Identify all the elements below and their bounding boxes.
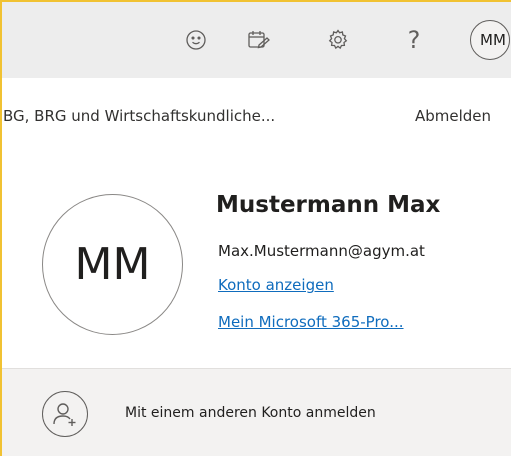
- view-account-link[interactable]: Konto anzeigen: [218, 276, 334, 294]
- smiley-icon[interactable]: [180, 24, 212, 56]
- sign-in-other-account-button[interactable]: Mit einem anderen Konto anmelden: [2, 368, 511, 456]
- org-row: BG, BRG und Wirtschaftskundliche... Abme…: [2, 78, 511, 158]
- account-manager-panel: ? MM BG, BRG und Wirtschaftskundliche...…: [0, 0, 511, 456]
- sign-in-other-account-label: Mit einem anderen Konto anmelden: [125, 405, 376, 421]
- toolbar-avatar[interactable]: MM: [470, 20, 510, 60]
- organization-name: BG, BRG und Wirtschaftskundliche...: [3, 107, 276, 125]
- add-person-icon: [42, 391, 88, 437]
- help-icon[interactable]: ?: [398, 24, 430, 56]
- user-email: Max.Mustermann@agym.at: [218, 242, 425, 260]
- profile-avatar: MM: [42, 194, 183, 335]
- microsoft-365-profile-link[interactable]: Mein Microsoft 365-Pro...: [218, 313, 404, 331]
- signout-link[interactable]: Abmelden: [415, 107, 491, 125]
- calendar-check-icon[interactable]: [242, 24, 274, 56]
- toolbar-avatar-initials: MM: [480, 31, 506, 49]
- help-glyph: ?: [407, 26, 421, 54]
- gear-icon[interactable]: [322, 24, 354, 56]
- profile-avatar-initials: MM: [74, 239, 151, 290]
- profile-section: MM Mustermann Max Max.Mustermann@agym.at…: [2, 158, 511, 368]
- user-name: Mustermann Max: [216, 192, 441, 218]
- top-toolbar: ? MM: [2, 2, 511, 79]
